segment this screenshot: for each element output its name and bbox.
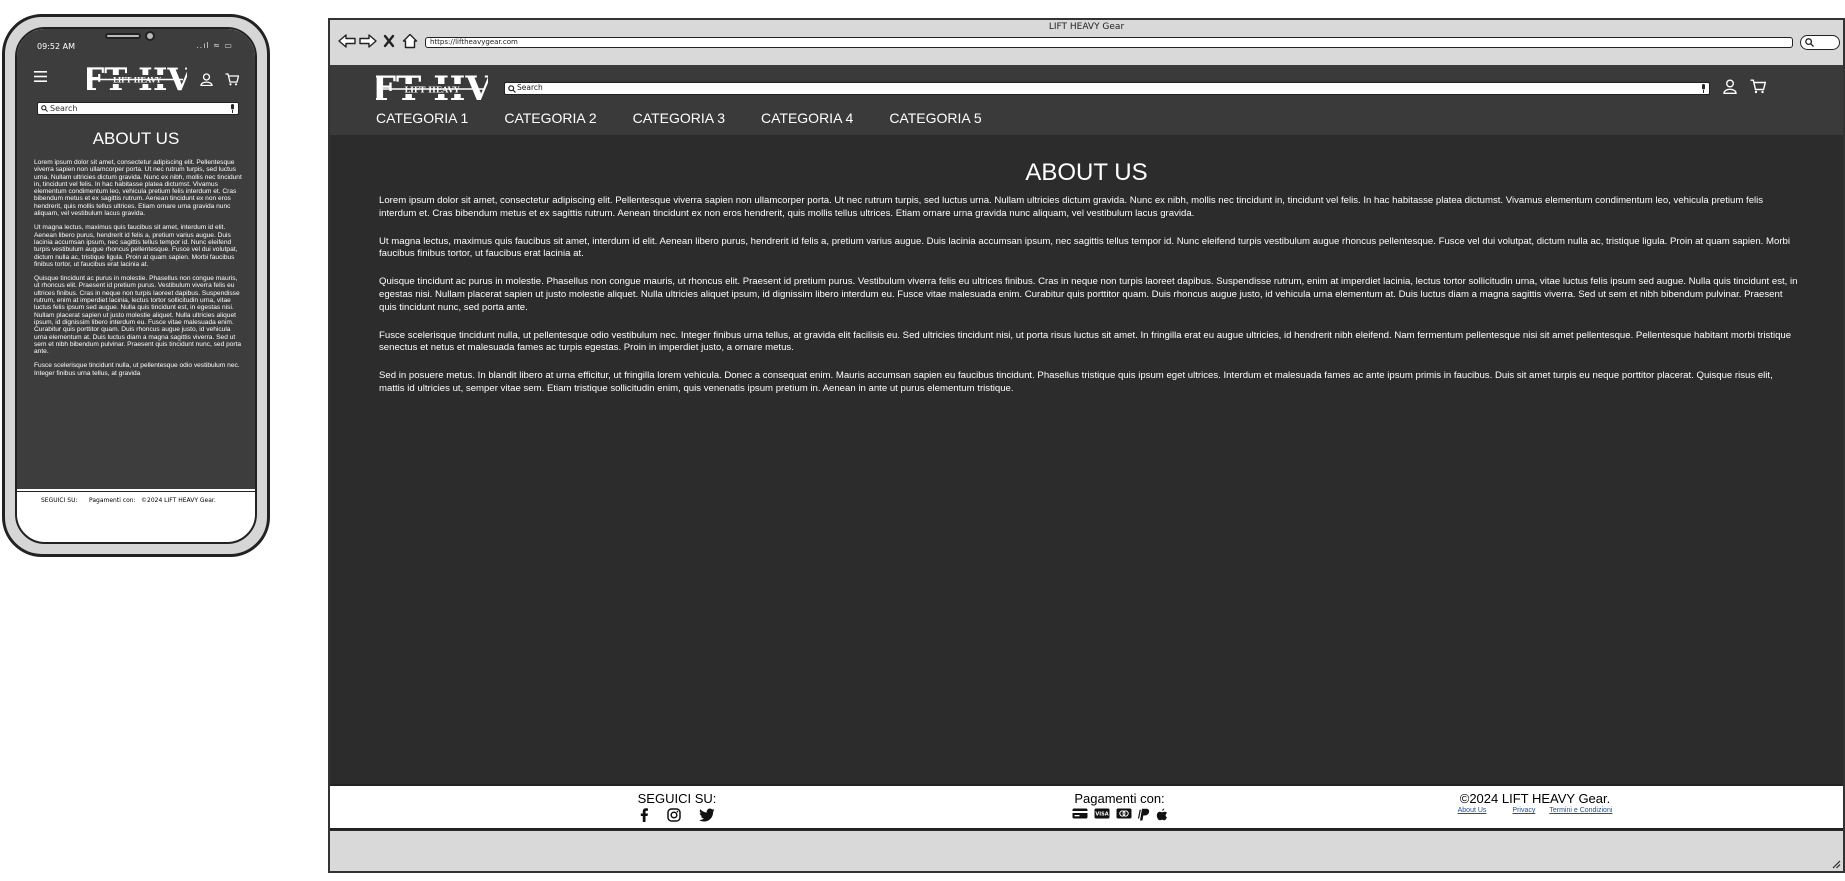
search-placeholder: Search — [517, 83, 543, 92]
paragraph: Sed in posuere metus. In blandit libero … — [379, 370, 1773, 394]
credit-card-icon — [1072, 808, 1088, 821]
browser-window: LIFT HEAVY Gear https://liftheavygear.co… — [328, 18, 1845, 873]
phone-speaker — [105, 33, 141, 39]
phone-screen: 09:52 AM ..ıl ≈ ▭ LFT HVY LIFT HEAVY — [15, 27, 257, 544]
paragraph: Quisque tincidunt ac purus in molestie. … — [34, 275, 242, 356]
footer-copyright: ©2024 LIFT HEAVY Gear. — [141, 497, 216, 504]
address-bar[interactable]: https://liftheavygear.com — [425, 37, 1793, 48]
website: LFT HVY LIFT HEAVY Search — [330, 65, 1843, 831]
paragraph: Fusce scelerisque tincidunt nulla, ut pe… — [379, 329, 1792, 354]
phone-status-icons: ..ıl ≈ ▭ — [196, 41, 233, 50]
phone-mockup: 09:52 AM ..ıl ≈ ▭ LFT HVY LIFT HEAVY — [2, 14, 270, 557]
phone-time: 09:52 AM — [37, 42, 75, 51]
paragraph: Ut magna lectus, maximus quis faucibus s… — [34, 224, 238, 268]
cart-icon[interactable] — [225, 73, 239, 86]
footer-social: SEGUICI SU: — [602, 791, 752, 822]
footer-follow-label: SEGUICI SU: — [41, 497, 78, 504]
phone-footer: SEGUICI SU: Pagamenti con: ©2024 LIFT HE… — [17, 491, 255, 517]
forward-arrow-icon[interactable] — [359, 34, 377, 48]
category-nav: CATEGORIA 1 CATEGORIA 2 CATEGORIA 3 CATE… — [376, 110, 1018, 130]
mastercard-icon — [1116, 808, 1132, 821]
page-title: ABOUT US — [92, 129, 180, 148]
payment-icons: VISA — [1042, 808, 1197, 821]
microphone-icon[interactable] — [230, 104, 235, 113]
visa-icon: VISA — [1094, 808, 1110, 821]
cart-icon[interactable] — [1750, 79, 1766, 94]
footer-link-about-us[interactable]: About Us — [1458, 807, 1487, 814]
footer-copyright: ©2024 LIFT HEAVY Gear. — [1459, 791, 1611, 806]
logo[interactable]: LFT HVY LIFT HEAVY — [87, 63, 187, 97]
paypal-icon — [1137, 808, 1150, 821]
footer-payments-label: Pagamenti con: — [1074, 791, 1165, 806]
window-title: LIFT HEAVY Gear — [1048, 22, 1125, 32]
resize-handle-icon[interactable] — [1831, 859, 1841, 869]
apple-pay-icon — [1156, 808, 1168, 821]
search-input[interactable]: Search — [37, 102, 239, 115]
close-icon[interactable] — [383, 34, 395, 48]
footer-link-terms[interactable]: Termini e Condizioni — [1549, 807, 1612, 814]
main-content: ABOUT US Lorem ipsum dolor sit amet, con… — [330, 135, 1843, 785]
phone-camera — [145, 31, 155, 41]
nav-item-categoria-4[interactable]: CATEGORIA 4 — [761, 110, 853, 130]
logo-subtext: LIFT HEAVY — [405, 85, 460, 95]
search-input[interactable]: Search — [504, 82, 1710, 95]
instagram-icon[interactable] — [667, 808, 681, 822]
nav-item-categoria-5[interactable]: CATEGORIA 5 — [889, 110, 981, 130]
user-icon[interactable] — [200, 73, 213, 86]
paragraph: Ut magna lectus, maximus quis faucibus s… — [379, 235, 1790, 260]
footer-links: About Us Privacy Termini e Condizioni — [1435, 807, 1635, 814]
browser-search-input[interactable] — [1800, 35, 1840, 50]
site-header: LFT HVY LIFT HEAVY Search — [330, 65, 1843, 135]
site-footer: SEGUICI SU: Pagamenti con: VISA ©2024 LI… — [330, 784, 1843, 830]
phone-status-bar: 09:52 AM ..ıl ≈ ▭ — [17, 29, 255, 59]
footer-follow-label: SEGUICI SU: — [637, 791, 717, 806]
search-placeholder: Search — [50, 104, 78, 113]
nav-item-categoria-3[interactable]: CATEGORIA 3 — [633, 110, 725, 130]
page-title: ABOUT US — [1025, 159, 1148, 186]
about-content: Lorem ipsum dolor sit amet, consectetur … — [34, 159, 244, 384]
phone-app: LFT HVY LIFT HEAVY Search — [17, 59, 255, 489]
nav-item-categoria-1[interactable]: CATEGORIA 1 — [376, 110, 468, 130]
social-icons — [602, 808, 752, 822]
home-icon[interactable] — [402, 33, 418, 49]
paragraph: Fusce scelerisque tincidunt nulla, ut pe… — [34, 362, 240, 377]
footer-payments-label: Pagamenti con: — [89, 497, 136, 504]
search-icon — [1805, 38, 1814, 47]
logo[interactable]: LFT HVY LIFT HEAVY — [376, 71, 488, 107]
facebook-icon[interactable] — [639, 808, 649, 822]
user-icon[interactable] — [1723, 79, 1737, 94]
svg-text:VISA: VISA — [1095, 812, 1108, 818]
paragraph: Lorem ipsum dolor sit amet, consectetur … — [34, 159, 242, 218]
nav-item-categoria-2[interactable]: CATEGORIA 2 — [504, 110, 596, 130]
search-icon — [41, 105, 48, 112]
footer-link-privacy[interactable]: Privacy — [1512, 807, 1535, 814]
paragraph: Lorem ipsum dolor sit amet, consectetur … — [379, 195, 1764, 219]
footer-legal: ©2024 LIFT HEAVY Gear. About Us Privacy … — [1435, 791, 1635, 814]
microphone-icon[interactable] — [1701, 84, 1706, 93]
twitter-icon[interactable] — [699, 808, 715, 822]
hamburger-menu-icon[interactable] — [34, 71, 47, 82]
about-content: Lorem ipsum dolor sit amet, consectetur … — [379, 195, 1799, 411]
paragraph: Quisque tincidunt ac purus in molestie. … — [379, 276, 1798, 313]
back-arrow-icon[interactable] — [338, 34, 356, 48]
footer-payments: Pagamenti con: VISA — [1042, 791, 1197, 821]
search-icon — [508, 84, 516, 93]
logo-subtext: LIFT HEAVY — [113, 76, 162, 85]
